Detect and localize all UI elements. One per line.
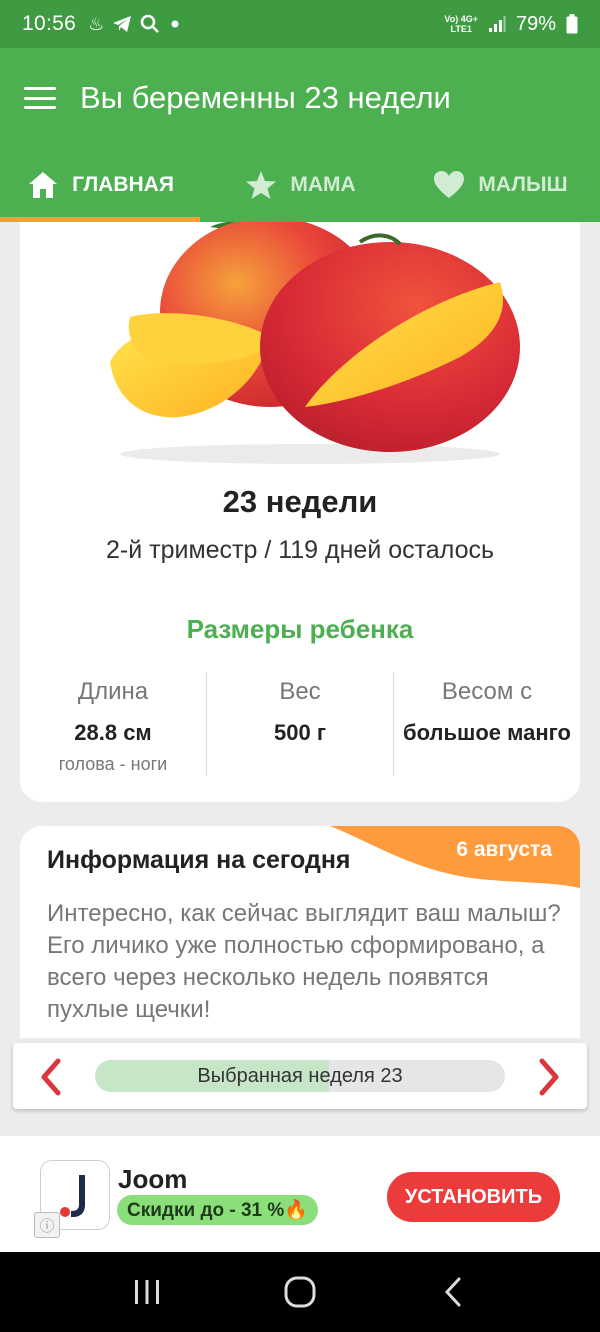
stat-label: Длина bbox=[77, 678, 149, 705]
tab-baby[interactable]: МАЛЫШ bbox=[400, 148, 600, 222]
week-title: 23 недели bbox=[222, 484, 378, 519]
menu-icon[interactable] bbox=[24, 87, 56, 109]
status-time: 10:56 bbox=[22, 12, 77, 35]
chevron-right-icon bbox=[539, 1058, 559, 1096]
week-picker: Выбранная неделя 23 bbox=[13, 1043, 587, 1109]
stat-value: большое манго bbox=[403, 720, 571, 745]
star-icon bbox=[246, 171, 277, 199]
stat-value: 28.8 см bbox=[74, 720, 152, 745]
stat-label: Вес bbox=[279, 678, 321, 705]
stat-weight: Вес 500 г bbox=[206, 672, 393, 776]
system-nav-bar bbox=[0, 1252, 600, 1332]
back-icon bbox=[445, 1277, 461, 1307]
signal-icon bbox=[488, 16, 506, 32]
previous-week-button[interactable] bbox=[29, 1055, 73, 1099]
next-week-button[interactable] bbox=[527, 1055, 571, 1099]
ad-banner[interactable]: ⓘ Joom Скидки до - 31 %🔥 УСТАНОВИТЬ bbox=[0, 1136, 600, 1252]
person-icon: ♨ bbox=[88, 13, 105, 34]
tab-mama[interactable]: МАМА bbox=[200, 148, 400, 222]
tab-home-label: ГЛАВНАЯ bbox=[72, 173, 174, 196]
heart-icon bbox=[434, 171, 465, 198]
chevron-left-icon bbox=[41, 1058, 61, 1096]
baby-stats: Длина 28.8 см голова - ноги Вес 500 г Ве… bbox=[20, 672, 580, 776]
stat-value: 500 г bbox=[274, 720, 326, 745]
recent-apps-icon bbox=[134, 1280, 159, 1304]
notification-icons: ♨ bbox=[88, 14, 182, 35]
ad-app-name: Joom bbox=[118, 1164, 188, 1194]
recent-apps-button[interactable] bbox=[117, 1262, 177, 1322]
page-title: Вы беременны 23 недели bbox=[80, 80, 451, 115]
selected-week-label: Выбранная неделя 23 bbox=[197, 1064, 403, 1087]
stat-label: Весом с bbox=[441, 678, 533, 705]
status-right: Vo) 4G+ LTE1 79% bbox=[444, 13, 578, 36]
telegram-icon bbox=[113, 16, 132, 32]
home-circle-icon bbox=[284, 1276, 316, 1308]
week-progress-bar[interactable]: Выбранная неделя 23 bbox=[95, 1060, 505, 1092]
info-date: 6 августа bbox=[456, 838, 552, 861]
app-bar: Вы беременны 23 недели bbox=[0, 48, 600, 148]
info-title: Информация на сегодня bbox=[47, 846, 351, 874]
stat-note: голова - ноги bbox=[58, 754, 168, 774]
home-icon bbox=[29, 172, 58, 198]
ad-info-icon[interactable]: ⓘ bbox=[34, 1212, 60, 1238]
ad-description: Скидки до - 31 %🔥 bbox=[117, 1195, 318, 1225]
baby-sizes-heading: Размеры ребенка bbox=[186, 614, 414, 644]
status-bar: 10:56 ♨ Vo) 4G+ LTE1 79% bbox=[0, 0, 600, 48]
home-button[interactable] bbox=[270, 1262, 330, 1322]
battery-percent: 79% bbox=[515, 12, 556, 35]
info-body: Интересно, как сейчас выглядит ваш малыш… bbox=[47, 900, 561, 1023]
tab-bar: ГЛАВНАЯ МАМА МАЛЫШ bbox=[0, 148, 600, 222]
stat-comparison: Весом с большое манго bbox=[393, 672, 580, 776]
mango-illustration bbox=[110, 222, 520, 464]
tab-baby-label: МАЛЫШ bbox=[478, 173, 568, 196]
tab-mama-label: МАМА bbox=[290, 173, 356, 196]
network-indicator: Vo) 4G+ LTE1 bbox=[444, 14, 478, 34]
dot-icon bbox=[171, 20, 179, 28]
stat-length: Длина 28.8 см голова - ноги bbox=[20, 672, 206, 776]
week-card: 23 недели 2-й триместр / 119 дней остало… bbox=[20, 222, 580, 802]
back-button[interactable] bbox=[423, 1262, 483, 1322]
tab-home[interactable]: ГЛАВНАЯ bbox=[0, 148, 200, 222]
search-icon bbox=[140, 14, 160, 33]
battery-icon bbox=[566, 14, 578, 34]
install-button[interactable]: УСТАНОВИТЬ bbox=[387, 1172, 560, 1222]
info-card[interactable]: 6 августа Информация на сегодня Интересн… bbox=[20, 826, 580, 1038]
trimester-subtitle: 2-й триместр / 119 дней осталось bbox=[105, 536, 495, 564]
